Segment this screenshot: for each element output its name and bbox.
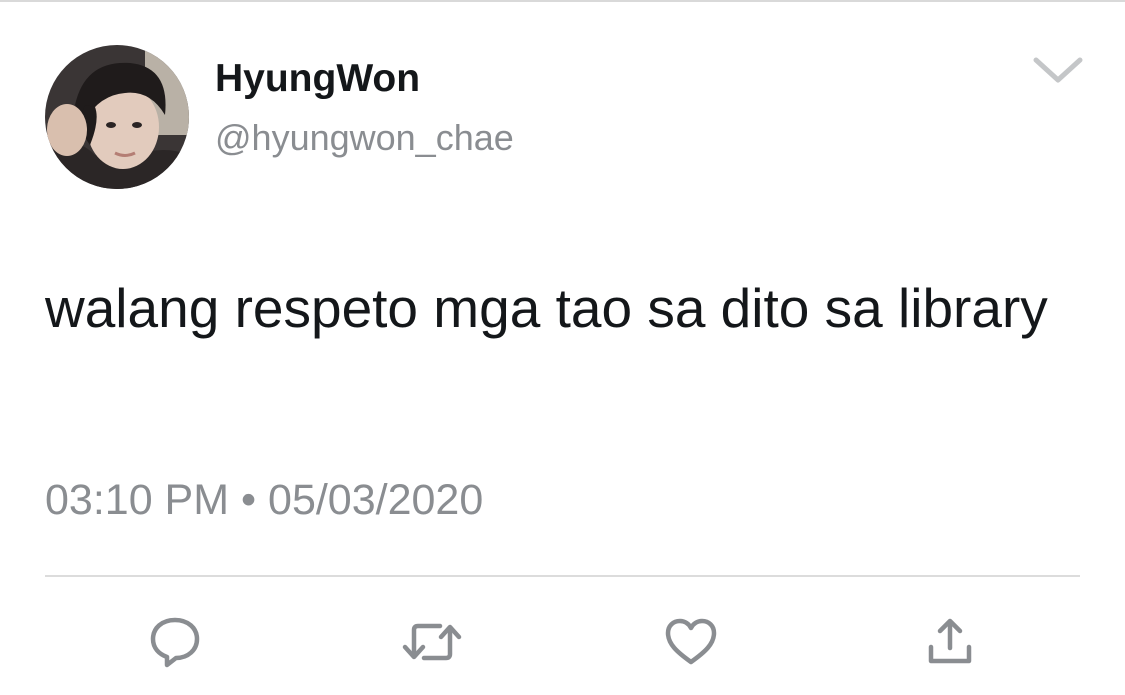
display-name[interactable]: HyungWon [215,56,420,102]
actions-divider [45,575,1080,577]
timestamp-separator: • [241,476,257,524]
retweet-arrows-icon [402,623,462,661]
top-divider [0,0,1125,2]
speech-bubble-icon [150,617,200,668]
chevron-down-icon[interactable] [1028,50,1088,90]
heart-icon [665,618,717,665]
profile-photo-icon [45,45,189,189]
tweet-date: 05/03/2020 [268,476,484,524]
reply-button[interactable] [143,610,207,674]
retweet-button[interactable] [400,610,464,674]
avatar[interactable] [45,45,189,189]
share-button[interactable] [918,610,982,674]
tweet-time: 03:10 PM [45,476,230,524]
share-upload-icon [928,618,972,664]
user-handle[interactable]: @hyungwon_chae [215,116,514,160]
tweet-text: walang respeto mga tao sa dito sa librar… [45,277,1048,339]
like-button[interactable] [659,610,723,674]
timestamp: 03:10 PM • 05/03/2020 [45,474,483,526]
